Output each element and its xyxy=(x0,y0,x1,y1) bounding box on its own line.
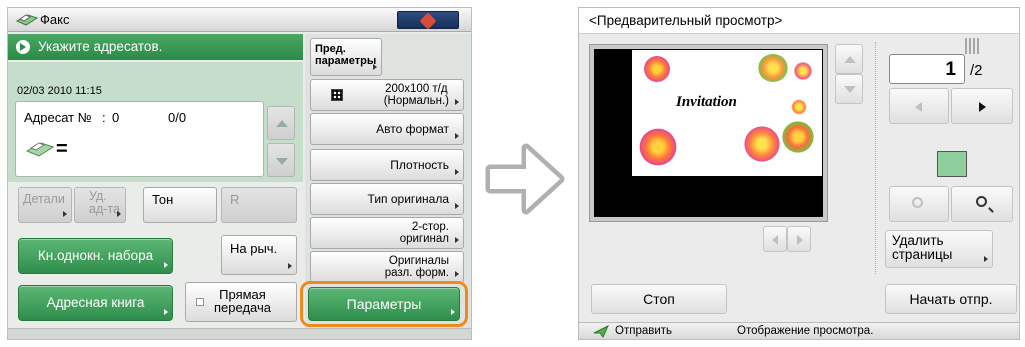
prev-page-button[interactable] xyxy=(889,88,949,124)
preview-title: <Предварительный просмотр> xyxy=(589,13,783,28)
onhook-button[interactable]: На рыч. xyxy=(221,235,297,275)
invitation-text: Invitation xyxy=(676,94,737,110)
fax-destination-icon xyxy=(25,138,55,160)
color-indicator xyxy=(937,151,967,177)
direct-send-button[interactable]: Прямая передача xyxy=(185,282,297,322)
resolution-button[interactable]: 200x100 т/д (Нормальн.) xyxy=(310,79,464,111)
preview-screen: <Предварительный просмотр> Invitation 1 … xyxy=(578,7,1020,340)
direct-send-label: Прямая передача xyxy=(214,287,271,315)
send-icon xyxy=(593,324,610,338)
speed-dial-button[interactable]: Кн.однокн. набора xyxy=(18,238,173,274)
down-arrow-icon xyxy=(276,158,288,165)
status-text: Отображение просмотра. xyxy=(737,325,874,337)
flower-bottom-left-icon xyxy=(636,128,680,166)
delete-recipient-button[interactable]: Уд. ад-та xyxy=(74,187,126,223)
resolution-icon xyxy=(331,89,343,101)
parameters-button[interactable]: Параметры xyxy=(308,287,460,321)
invitation-card: Invitation xyxy=(632,50,822,176)
fax-status-bar xyxy=(8,328,471,339)
recipient-sep: : xyxy=(102,110,106,125)
preview-page: Invitation xyxy=(594,49,823,217)
right-arrow-icon xyxy=(979,102,986,112)
recipient-box: Адресат № : 0 0/0 = xyxy=(15,101,264,177)
direct-send-checkbox[interactable] xyxy=(196,298,204,306)
up-arrow-icon xyxy=(276,120,288,127)
tone-button[interactable]: Тон xyxy=(143,187,217,223)
left-arrow-icon xyxy=(915,102,922,112)
fax-screen: Факс Укажите адресатов. 02/03 2010 11:15… xyxy=(7,7,472,340)
flower-top-right-2-icon xyxy=(792,60,814,82)
transition-arrow-icon xyxy=(482,138,568,220)
page-total: /2 xyxy=(970,62,983,79)
preview-frame: Invitation xyxy=(589,44,828,222)
multi-page-icon xyxy=(965,38,981,54)
zoom-in-icon xyxy=(976,196,987,207)
fax-title: Факс xyxy=(40,12,70,27)
page-current: 1 xyxy=(945,59,956,80)
details-button[interactable]: Детали xyxy=(18,187,72,223)
scroll-down-button[interactable] xyxy=(267,143,295,177)
flower-mid-right-icon xyxy=(790,98,808,116)
recipient-label: Адресат № xyxy=(24,110,92,125)
preview-scroll-up-button[interactable] xyxy=(835,44,863,74)
stop-button[interactable]: Стоп xyxy=(591,284,727,314)
duplex-original-button[interactable]: 2-стор. оригинал xyxy=(310,217,464,249)
preview-scroll-left-button[interactable] xyxy=(763,226,787,252)
zoom-out-button[interactable] xyxy=(889,186,949,222)
right-arrow-icon xyxy=(797,235,803,245)
preview-scroll-right-button[interactable] xyxy=(787,226,811,252)
mixed-size-originals-button[interactable]: Оригиналы разл. форм. xyxy=(310,251,464,283)
recipient-count: 0/0 xyxy=(168,110,187,125)
fax-title-bar: Факс xyxy=(8,8,471,32)
scroll-up-button[interactable] xyxy=(267,106,295,140)
preview-title-bar: <Предварительный просмотр> xyxy=(579,8,1019,34)
equals-sign: = xyxy=(56,138,68,160)
flower-top-left-icon xyxy=(644,56,670,82)
density-button[interactable]: Плотность xyxy=(310,149,464,181)
previous-params-button[interactable]: Пред. параметры xyxy=(310,38,382,76)
status-send-label: Отправить xyxy=(615,325,673,337)
start-send-button[interactable]: Начать отпр. xyxy=(885,284,1017,314)
flower-bottom-mid-icon xyxy=(742,126,782,162)
instruction-bar: Укажите адресатов. xyxy=(8,34,303,60)
auto-format-button[interactable]: Авто формат xyxy=(310,113,464,145)
next-page-button[interactable] xyxy=(951,88,1013,124)
status-indicator-icon xyxy=(419,12,437,30)
delete-pages-button[interactable]: Удалить страницы xyxy=(885,230,993,268)
separator xyxy=(875,42,876,274)
preview-status-bar: Отправить Отображение просмотра. xyxy=(579,322,1019,339)
fax-machine-icon xyxy=(15,12,39,28)
resolution-label: 200x100 т/д (Нормальн.) xyxy=(383,82,449,107)
datetime: 02/03 2010 11:15 xyxy=(17,85,102,97)
left-arrow-icon xyxy=(772,235,778,245)
page-number-field[interactable]: 1 xyxy=(889,54,965,84)
up-arrow-icon xyxy=(844,56,856,63)
recipient-number: 0 xyxy=(112,110,120,125)
flower-bottom-right-icon xyxy=(780,120,816,154)
zoom-in-button[interactable] xyxy=(951,186,1013,222)
address-book-button[interactable]: Адресная книга xyxy=(18,285,173,321)
instruction-text: Укажите адресатов. xyxy=(38,39,163,54)
info-icon xyxy=(16,40,30,54)
zoom-out-icon xyxy=(912,197,923,208)
r-button[interactable]: R xyxy=(221,187,297,223)
preview-scroll-down-button[interactable] xyxy=(835,74,863,104)
original-type-button[interactable]: Тип оригинала xyxy=(310,183,464,215)
counter-button[interactable] xyxy=(397,11,459,30)
flower-top-right-icon xyxy=(758,54,788,82)
down-arrow-icon xyxy=(844,86,856,93)
